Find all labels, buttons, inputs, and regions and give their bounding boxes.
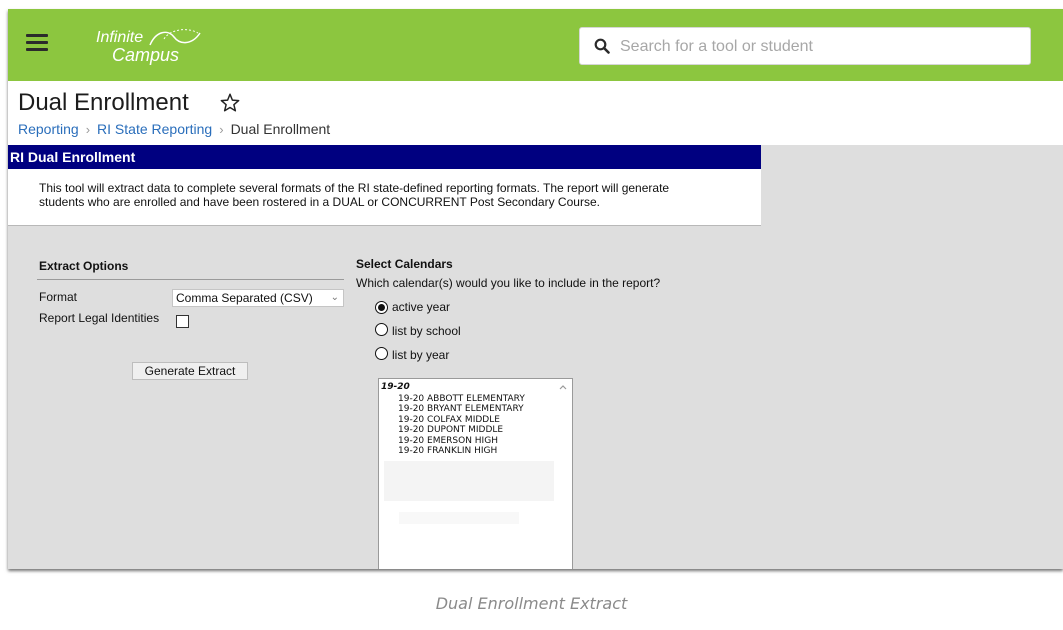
- blurred-list-area: [399, 512, 519, 524]
- list-item[interactable]: 19-20 DUPONT MIDDLE: [398, 425, 525, 435]
- list-item[interactable]: 19-20 COLFAX MIDDLE: [398, 415, 525, 425]
- radio-label-list-by-school: list by school: [392, 324, 461, 338]
- radio-label-list-by-year: list by year: [392, 348, 450, 362]
- blurred-list-area: [384, 461, 554, 501]
- calendar-group-label: 19-20: [381, 382, 410, 392]
- format-select[interactable]: Comma Separated (CSV) ⌄: [172, 289, 344, 307]
- breadcrumb-ri-state-reporting[interactable]: RI State Reporting: [97, 121, 212, 137]
- chevron-down-icon: ⌄: [330, 292, 339, 303]
- divider: [37, 279, 344, 280]
- chevron-right-icon: ›: [85, 122, 91, 137]
- breadcrumb-reporting[interactable]: Reporting: [18, 121, 79, 137]
- divider: [8, 225, 761, 226]
- panel-header: RI Dual Enrollment: [8, 145, 761, 169]
- search-icon[interactable]: [594, 38, 610, 54]
- favorite-star-icon[interactable]: [220, 93, 240, 112]
- generate-extract-button[interactable]: Generate Extract: [132, 362, 248, 380]
- tool-description: This tool will extract data to complete …: [8, 169, 761, 225]
- extract-options-title: Extract Options: [39, 259, 129, 273]
- chevron-right-icon: ›: [219, 122, 224, 137]
- page-title: Dual Enrollment: [18, 89, 189, 116]
- calendar-list: 19-20 ABBOTT ELEMENTARY 19-20 BRYANT ELE…: [398, 394, 525, 456]
- scroll-up-icon[interactable]: [557, 381, 569, 393]
- search-input[interactable]: [618, 34, 1022, 60]
- search-box[interactable]: [579, 27, 1031, 65]
- menu-icon[interactable]: [26, 34, 48, 52]
- select-calendars-title: Select Calendars: [356, 257, 453, 271]
- list-item[interactable]: 19-20 FRANKLIN HIGH: [398, 446, 525, 456]
- format-select-value: Comma Separated (CSV): [176, 291, 313, 305]
- app-window: Infinite Campus Dual Enrollment Reportin…: [8, 9, 1063, 569]
- radio-list-by-year[interactable]: [375, 347, 388, 360]
- radio-active-year[interactable]: [375, 301, 388, 314]
- list-item[interactable]: 19-20 ABBOTT ELEMENTARY: [398, 394, 525, 404]
- list-item[interactable]: 19-20 EMERSON HIGH: [398, 436, 525, 446]
- top-bar: Infinite Campus: [8, 9, 1063, 81]
- page-header: Dual Enrollment Reporting › RI State Repor…: [8, 81, 1063, 145]
- format-label: Format: [39, 290, 78, 304]
- description-line: students who are enrolled and have been …: [39, 195, 600, 209]
- figure-caption: Dual Enrollment Extract: [435, 594, 628, 613]
- list-item[interactable]: 19-20 BRYANT ELEMENTARY: [398, 404, 525, 414]
- breadcrumb-current: Dual Enrollment: [230, 121, 331, 137]
- calendar-listbox[interactable]: 19-20 19-20 ABBOTT ELEMENTARY 19-20 BRYA…: [378, 378, 573, 569]
- report-legal-identities-checkbox[interactable]: [176, 315, 189, 328]
- breadcrumb: Reporting › RI State Reporting › Dual Enroll…: [18, 121, 330, 137]
- calendar-prompt: Which calendar(s) would you like to incl…: [356, 276, 661, 290]
- description-line: This tool will extract data to complete …: [39, 181, 670, 195]
- logo-infinity-icon: [149, 29, 201, 46]
- radio-label-active-year: active year: [392, 300, 451, 314]
- radio-list-by-school[interactable]: [375, 323, 388, 336]
- report-legal-identities-label: Report Legal Identities: [39, 311, 160, 325]
- infinite-campus-logo[interactable]: Infinite Campus: [90, 23, 230, 69]
